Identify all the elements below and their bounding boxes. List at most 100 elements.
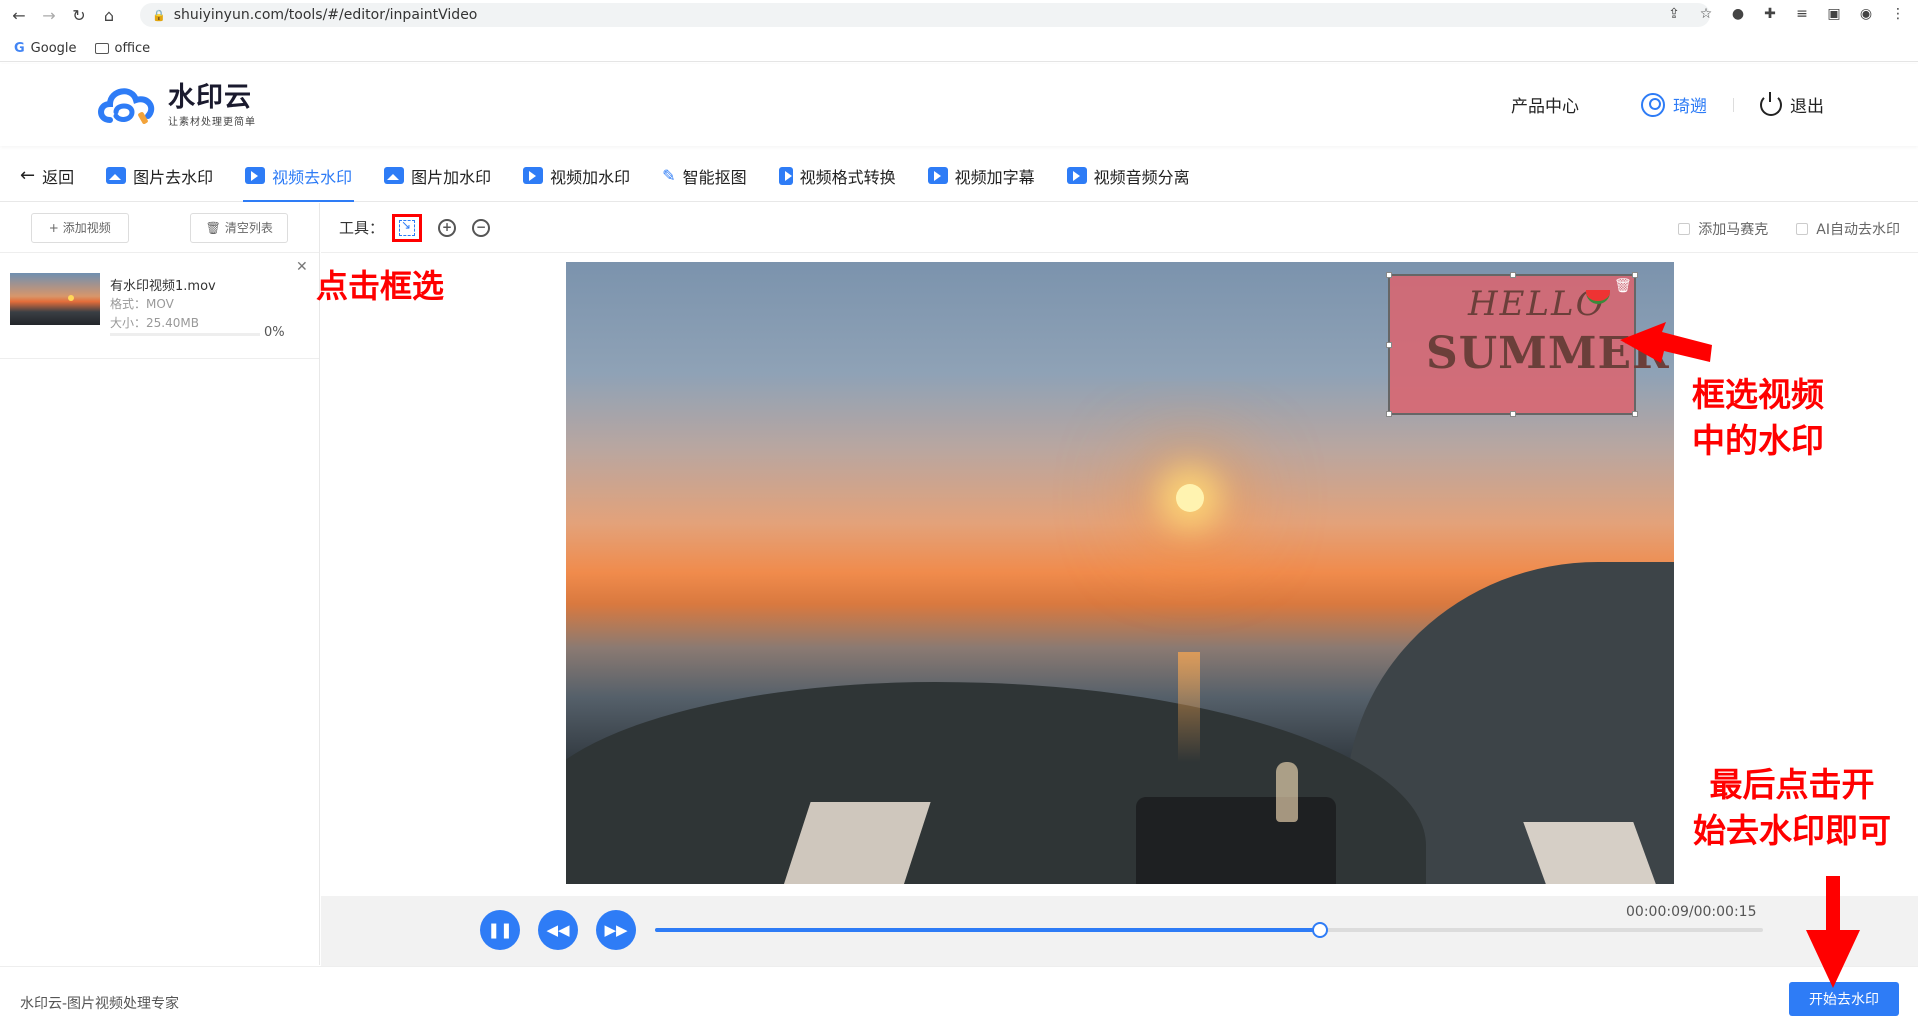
logo-title: 水印云 bbox=[168, 81, 252, 113]
video-icon bbox=[523, 167, 544, 184]
box-select-tool[interactable] bbox=[392, 213, 423, 242]
bookmark-google[interactable]: G Google bbox=[14, 41, 77, 56]
checkbox-icon bbox=[1678, 223, 1691, 235]
clear-list-button[interactable]: 🗑 清空列表 bbox=[190, 212, 289, 243]
fast-forward-button[interactable]: ▶▶ bbox=[596, 910, 636, 950]
seek-bar[interactable] bbox=[655, 922, 1763, 938]
resize-handle[interactable] bbox=[1632, 342, 1638, 348]
lock-icon: 🔒 bbox=[152, 8, 166, 22]
tab-video-audio-split[interactable]: 视频音频分离 bbox=[1066, 150, 1190, 202]
tab-video-add-subtitles[interactable]: 视频加字幕 bbox=[927, 150, 1035, 202]
folder-icon bbox=[94, 43, 109, 54]
menu-icon[interactable]: ⋮ bbox=[1888, 4, 1908, 24]
add-mosaic-checkbox[interactable]: 添加马赛克 bbox=[1678, 219, 1768, 239]
file-progress-text: 0% bbox=[264, 325, 285, 340]
power-icon bbox=[1760, 91, 1782, 116]
tab-image-remove-watermark[interactable]: 图片去水印 bbox=[106, 150, 213, 202]
footer-text: 水印云-图片视频处理专家 bbox=[20, 996, 180, 1012]
resize-handle[interactable] bbox=[1510, 272, 1516, 278]
resize-handle[interactable] bbox=[1386, 411, 1392, 417]
ai-auto-remove-checkbox[interactable]: AI自动去水印 bbox=[1796, 219, 1900, 239]
box-select-icon bbox=[399, 218, 416, 236]
file-progress-bar bbox=[110, 333, 260, 336]
share-icon[interactable]: ⇪ bbox=[1664, 4, 1684, 24]
url-text: shuiyinyun.com/tools/#/editor/inpaintVid… bbox=[173, 7, 478, 23]
annotation-click-select: 点击框选 bbox=[316, 267, 445, 305]
user-icon bbox=[1641, 92, 1665, 117]
delete-selection-icon[interactable]: 🗑 bbox=[1614, 278, 1632, 296]
pause-button[interactable]: ❚❚ bbox=[480, 910, 520, 950]
profile-icon[interactable]: ◉ bbox=[1856, 4, 1876, 24]
sun bbox=[1176, 484, 1204, 512]
trash-icon: 🗑 bbox=[205, 220, 221, 235]
tools-label: 工具： bbox=[339, 219, 385, 237]
watermark-selection-box[interactable]: HELLO SUMMER 🗑 bbox=[1386, 272, 1669, 417]
file-size: 大小：25.40MB bbox=[110, 316, 199, 330]
footer: 水印云-图片视频处理专家 bbox=[0, 966, 1918, 1034]
resize-handle[interactable] bbox=[1386, 272, 1392, 278]
tool-nav: ← 返回 图片去水印 视频去水印 图片加水印 视频加水印 ✎ 智能抠图 视频格式… bbox=[0, 150, 1918, 202]
forward-icon[interactable]: → bbox=[38, 4, 60, 26]
annotation-select-watermark: 框选视频 中的水印 bbox=[1692, 375, 1824, 461]
video-icon bbox=[927, 167, 948, 184]
star-icon[interactable]: ☆ bbox=[1696, 4, 1716, 24]
file-list-item[interactable]: 有水印视频1.mov 格式：MOV 大小：25.40MB 0% ✕ bbox=[0, 253, 319, 359]
sidebar-icon[interactable]: ▣ bbox=[1824, 4, 1844, 24]
back-link[interactable]: ← 返回 bbox=[20, 150, 74, 202]
extension-circle-icon[interactable]: ● bbox=[1728, 4, 1748, 24]
tab-smart-cutout[interactable]: ✎ 智能抠图 bbox=[662, 150, 746, 202]
reload-icon[interactable]: ↻ bbox=[68, 4, 90, 26]
start-remove-watermark-button[interactable]: 开始去水印 bbox=[1789, 982, 1899, 1016]
user-menu[interactable]: 琦遡 bbox=[1641, 92, 1707, 117]
browser-actions: ⇪ ☆ ● ✚ ≡ ▣ ◉ ⋮ bbox=[1664, 4, 1908, 24]
logo-subtitle: 让素材处理更简单 bbox=[168, 116, 256, 128]
resize-handle[interactable] bbox=[1510, 411, 1516, 417]
annotation-final-step: 最后点击开 始去水印即可 bbox=[1693, 765, 1891, 851]
editor-toolbar: 工具： + − 添加马赛克 AI自动去水印 bbox=[321, 203, 1918, 253]
tab-video-format-convert[interactable]: 视频格式转换 bbox=[778, 150, 896, 202]
seek-handle[interactable] bbox=[1311, 922, 1328, 938]
tab-video-remove-watermark[interactable]: 视频去水印 bbox=[243, 150, 355, 202]
logout-button[interactable]: 退出 bbox=[1760, 91, 1824, 117]
tab-image-add-watermark[interactable]: 图片加水印 bbox=[384, 150, 491, 202]
resize-handle[interactable] bbox=[1632, 272, 1638, 278]
bookmarks-bar: G Google office bbox=[0, 36, 1918, 62]
divider bbox=[1733, 97, 1734, 112]
magic-wand-icon: ✎ bbox=[662, 166, 676, 185]
google-icon: G bbox=[14, 41, 25, 56]
video-icon bbox=[245, 167, 266, 184]
resize-handle[interactable] bbox=[1632, 411, 1638, 417]
image-icon bbox=[384, 167, 405, 184]
video-file-icon bbox=[778, 166, 793, 185]
video-thumbnail bbox=[10, 273, 100, 325]
video-player-controls: ❚❚ ◀◀ ▶▶ 00:00:09/00:00:15 bbox=[321, 896, 1918, 966]
address-bar[interactable]: 🔒 shuiyinyun.com/tools/#/editor/inpaintV… bbox=[140, 3, 1710, 27]
watermark-text-summer: SUMMER bbox=[1426, 328, 1670, 379]
file-name: 有水印视频1.mov bbox=[110, 279, 216, 294]
file-format: 格式：MOV bbox=[110, 297, 174, 311]
close-icon[interactable]: ✕ bbox=[296, 259, 308, 275]
image-icon bbox=[106, 167, 127, 184]
rewind-button[interactable]: ◀◀ bbox=[538, 910, 578, 950]
add-video-button[interactable]: + 添加视频 bbox=[30, 212, 129, 243]
resize-handle[interactable] bbox=[1386, 342, 1392, 348]
product-center-link[interactable]: 产品中心 bbox=[1511, 92, 1579, 117]
username: 琦遡 bbox=[1673, 97, 1707, 117]
checkbox-icon bbox=[1796, 223, 1809, 235]
watermark-text-hello: HELLO bbox=[1468, 284, 1606, 324]
zoom-in-icon[interactable]: + bbox=[438, 218, 457, 237]
seek-bar-progress bbox=[655, 928, 1320, 932]
home-icon[interactable]: ⌂ bbox=[98, 4, 120, 26]
back-icon[interactable]: ← bbox=[8, 4, 30, 26]
bookmark-office[interactable]: office bbox=[94, 41, 150, 56]
tab-video-add-watermark[interactable]: 视频加水印 bbox=[523, 150, 630, 202]
time-display: 00:00:09/00:00:15 bbox=[1626, 904, 1757, 920]
media-icon[interactable]: ≡ bbox=[1792, 4, 1812, 24]
zoom-out-icon[interactable]: − bbox=[472, 218, 491, 237]
plus-icon: + bbox=[48, 220, 59, 235]
video-icon bbox=[1066, 167, 1087, 184]
puzzle-icon[interactable]: ✚ bbox=[1760, 4, 1780, 24]
app-header: 水印云 让素材处理更简单 产品中心 琦遡 退出 bbox=[0, 64, 1918, 146]
logo[interactable]: 水印云 让素材处理更简单 bbox=[96, 82, 256, 128]
file-list-panel: + 添加视频 🗑 清空列表 有水印视频1.mov 格式：MOV 大小：25.40… bbox=[0, 203, 320, 965]
